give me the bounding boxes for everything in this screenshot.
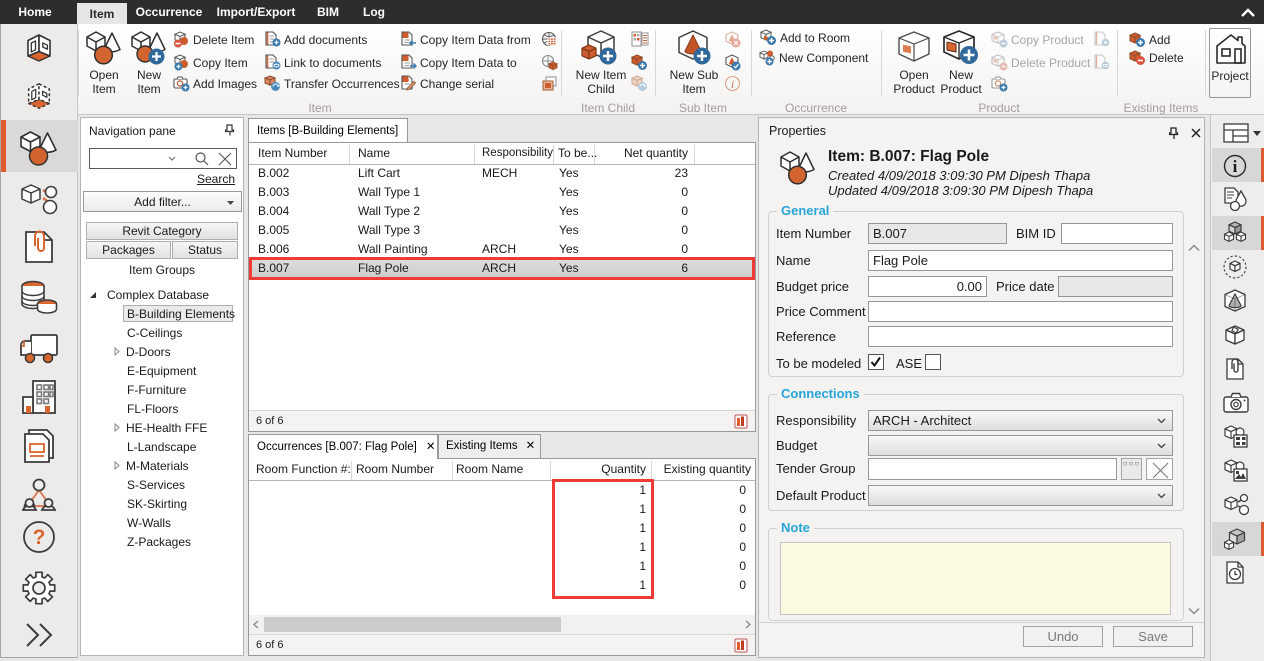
- svg-text:i: i: [1233, 157, 1238, 176]
- svg-text:?: ?: [33, 526, 46, 549]
- svg-text:i: i: [731, 77, 734, 91]
